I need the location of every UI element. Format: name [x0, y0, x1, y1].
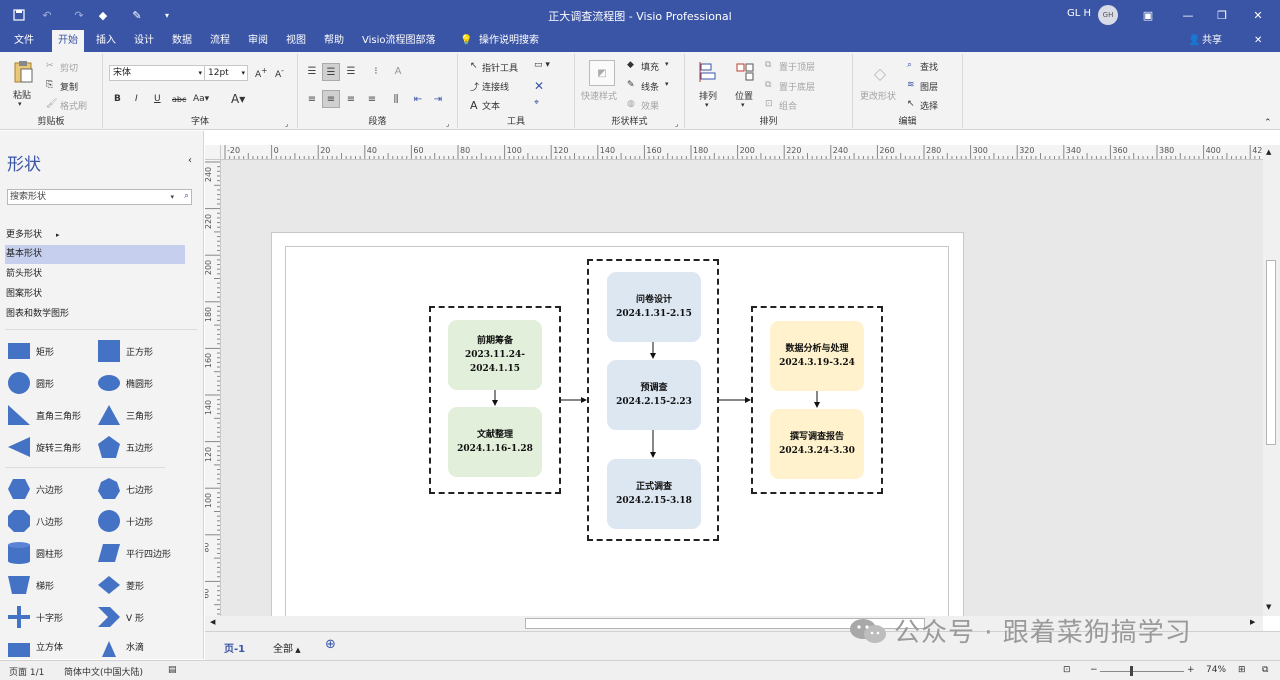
scroll-up-icon[interactable]: ▲ [1266, 148, 1271, 156]
node-formal-survey-date: 2024.2.15-3.18 [616, 496, 692, 506]
zoom-slider[interactable] [1100, 671, 1184, 672]
node-report-date: 2024.3.24-3.30 [779, 446, 855, 456]
switch-windows-icon[interactable]: ⧉ [1262, 665, 1268, 675]
node-report[interactable]: 撰写调查报告 2024.3.24-3.30 [770, 409, 864, 479]
node-questionnaire-date: 2024.1.31-2.15 [616, 309, 692, 319]
zoom-in-icon[interactable]: + [1187, 665, 1195, 675]
all-pages-button[interactable]: 全部 ▲ [273, 640, 301, 655]
wechat-icon [848, 617, 888, 645]
node-report-title: 撰写调查报告 [789, 432, 844, 442]
page-tab-1[interactable]: 页-1 [224, 640, 245, 655]
scroll-down-icon[interactable]: ▼ [1266, 603, 1271, 611]
node-questionnaire-title: 问卷设计 [635, 295, 672, 305]
node-pre-survey-title: 预调查 [640, 383, 668, 393]
node-literature[interactable]: 文献整理 2024.1.16-1.28 [448, 407, 542, 477]
node-prep[interactable]: 前期筹备 2023.11.24-2024.1.15 [448, 320, 542, 390]
node-analysis-title: 数据分析与处理 [785, 344, 849, 354]
zoom-level[interactable]: 74% [1206, 665, 1226, 675]
add-page-icon[interactable]: ⊕ [325, 637, 336, 652]
fit-page-icon[interactable]: ⊡ [1063, 665, 1071, 675]
node-questionnaire[interactable]: 问卷设计 2024.1.31-2.15 [607, 272, 701, 342]
node-analysis-date: 2024.3.19-3.24 [779, 358, 855, 368]
fit-window-icon[interactable]: ⊞ [1238, 665, 1246, 675]
node-literature-title: 文献整理 [476, 430, 513, 440]
watermark: 公众号 · 跟着菜狗搞学习 [848, 612, 1192, 649]
zoom-slider-thumb[interactable] [1130, 666, 1133, 676]
node-prep-date: 2023.11.24-2024.1.15 [464, 350, 526, 374]
macro-record-icon[interactable]: ▤ [168, 665, 177, 675]
zoom-out-icon[interactable]: − [1090, 665, 1098, 675]
node-pre-survey[interactable]: 预调查 2024.2.15-2.23 [607, 360, 701, 430]
node-pre-survey-date: 2024.2.15-2.23 [616, 397, 692, 407]
node-formal-survey-title: 正式调查 [635, 482, 672, 492]
node-analysis[interactable]: 数据分析与处理 2024.3.19-3.24 [770, 321, 864, 391]
vertical-scrollbar[interactable]: ▲ ▼ [1263, 145, 1280, 616]
node-literature-date: 2024.1.16-1.28 [457, 444, 533, 454]
node-prep-title: 前期筹备 [476, 336, 513, 346]
language-indicator[interactable]: 简体中文(中国大陆) [64, 665, 143, 678]
page-indicator[interactable]: 页面 1/1 [9, 665, 44, 678]
status-bar: 页面 1/1 简体中文(中国大陆) ▤ ⊡ − + 74% ⊞ ⧉ [0, 660, 1280, 680]
scroll-left-icon[interactable]: ◀ [210, 618, 215, 626]
scroll-right-icon[interactable]: ▶ [1250, 618, 1255, 626]
vertical-scroll-thumb[interactable] [1266, 260, 1276, 445]
node-formal-survey[interactable]: 正式调查 2024.2.15-3.18 [607, 459, 701, 529]
